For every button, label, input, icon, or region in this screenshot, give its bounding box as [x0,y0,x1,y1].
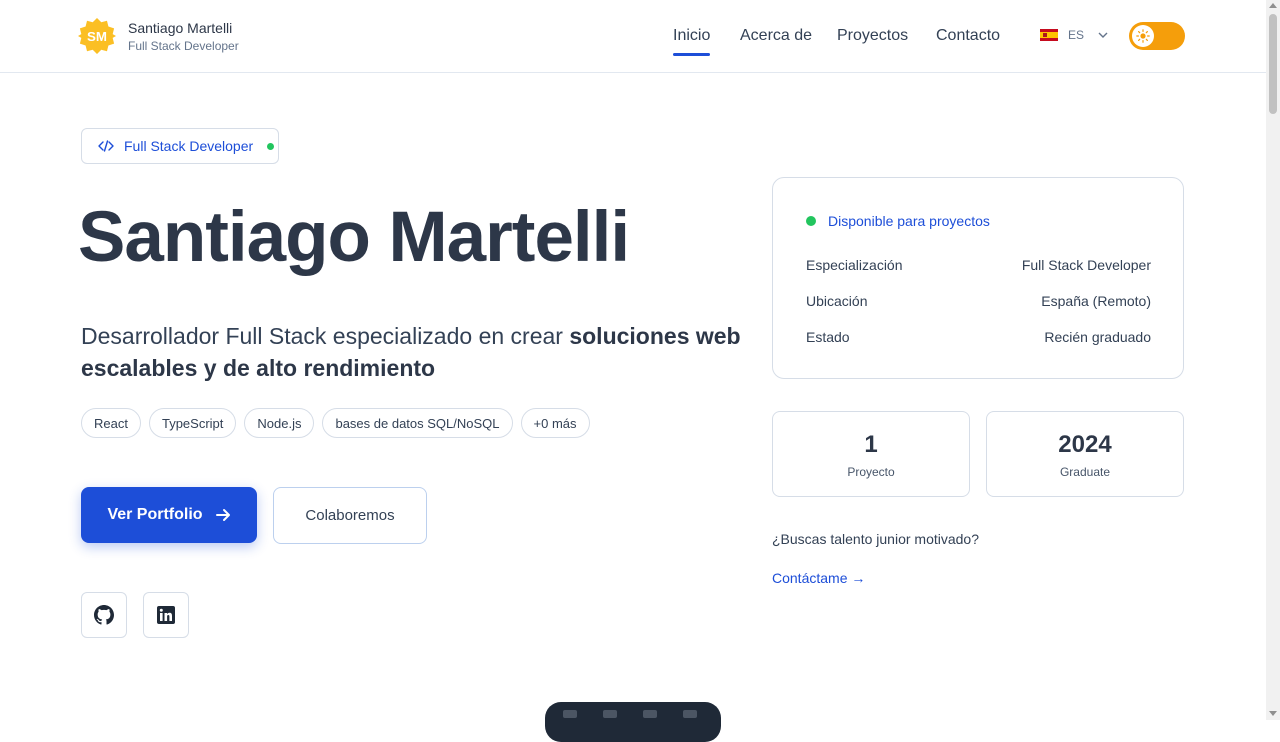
sun-icon [1136,29,1150,43]
dock-item-icon[interactable] [563,710,577,718]
stat-projects: 1 Proyecto [772,411,970,497]
stat-label: Graduate [1059,465,1111,479]
scrollbar-thumb[interactable] [1269,14,1277,114]
page-scrollbar[interactable] [1266,0,1280,720]
availability-card: Disponible para proyectos Especializació… [772,177,1184,379]
availability-status: Disponible para proyectos [806,213,990,229]
logo-badge-icon[interactable]: SM [78,17,116,55]
availability-label: Disponible para proyectos [828,213,990,229]
linkedin-button[interactable] [143,592,189,638]
online-dot [267,142,275,150]
contact-me-link[interactable]: Contáctame → [772,570,865,586]
github-button[interactable] [81,592,127,638]
spain-flag-icon [1040,29,1058,41]
dock-item-icon[interactable] [603,710,617,718]
arrow-right-icon [215,509,230,521]
toggle-knob [1132,25,1154,47]
chip-databases: bases de datos SQL/NoSQL [322,408,513,438]
role-badge-label: Full Stack Developer [124,138,254,154]
chevron-down-icon [1098,32,1108,38]
language-code: ES [1068,28,1085,42]
stat-graduate: 2024 Graduate [986,411,1184,497]
dock-item-icon[interactable] [643,710,657,718]
brand-subtitle: Full Stack Developer [128,39,239,53]
stat-label: Proyecto [847,465,895,479]
info-value: España (Remoto) [1041,293,1151,309]
info-value: Full Stack Developer [1021,257,1151,273]
hero-subtitle: Desarrollador Full Stack especializado e… [81,320,741,384]
code-icon [98,140,114,152]
logo-text: SM [87,29,107,44]
nav-contacto[interactable]: Contacto [936,27,1000,45]
scroll-up-arrow-icon[interactable] [1269,3,1277,8]
status-dot [806,216,816,226]
info-label: Estado [806,329,850,345]
info-value: Recién graduado [1044,329,1151,345]
scroll-down-arrow-icon[interactable] [1269,711,1277,716]
cta-question: ¿Buscas talento junior motivado? [772,531,979,547]
brand-name[interactable]: Santiago Martelli [128,20,232,36]
nav-acerca-de[interactable]: Acerca de [740,27,812,45]
hero-title: Santiago Martelli [78,198,630,277]
info-row-status: Estado Recién graduado [806,329,1151,345]
dock-item-icon[interactable] [683,710,697,718]
github-icon [94,605,114,625]
linkedin-icon [157,606,175,624]
nav-proyectos[interactable]: Proyectos [837,27,908,45]
info-label: Especialización [806,257,903,273]
info-row-location: Ubicación España (Remoto) [806,293,1151,309]
chip-nodejs: Node.js [244,408,315,438]
view-portfolio-label: Ver Portfolio [107,506,203,523]
chip-more[interactable]: +0 más [520,408,590,438]
stat-value: 1 [864,431,878,458]
info-row-specialization: Especialización Full Stack Developer [806,257,1151,273]
language-selector[interactable]: ES [1040,28,1110,42]
chip-typescript: TypeScript [148,408,237,438]
skill-chips: React TypeScript Node.js bases de datos … [81,408,590,438]
nav-inicio[interactable]: Inicio [673,27,711,56]
hero-subtitle-plain: Desarrollador Full Stack especializado e… [81,323,570,349]
info-label: Ubicación [806,293,868,309]
bottom-dock[interactable] [545,702,721,742]
site-header: SM Santiago Martelli Full Stack Develope… [0,0,1266,73]
view-portfolio-button[interactable]: Ver Portfolio [81,487,257,543]
stat-value: 2024 [1058,431,1112,458]
theme-toggle[interactable] [1129,22,1185,50]
role-badge: Full Stack Developer [81,128,279,164]
chip-react: React [81,408,141,438]
collaborate-button[interactable]: Colaboremos [273,487,427,544]
